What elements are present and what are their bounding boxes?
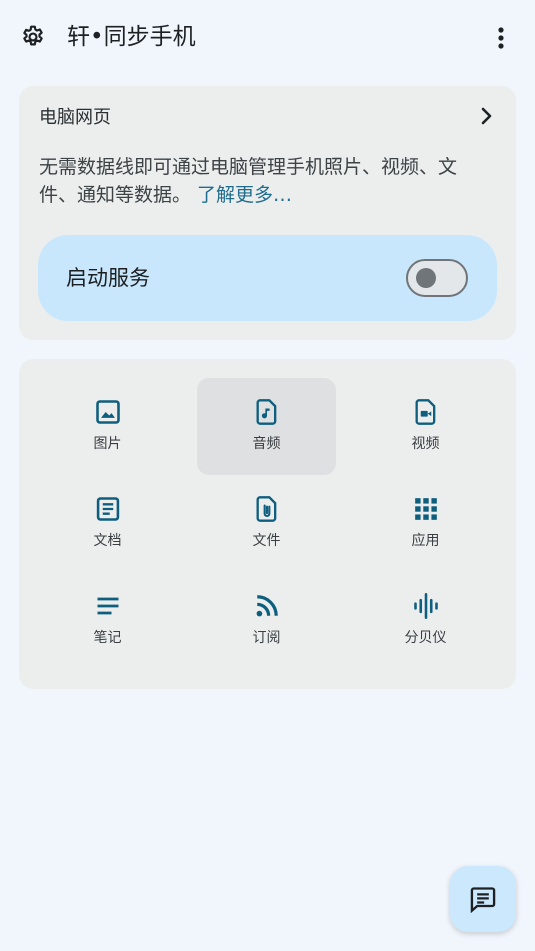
attachment-file-icon bbox=[252, 494, 282, 524]
app-title: 轩•同步手机 bbox=[67, 24, 196, 50]
grid-item-images[interactable]: 图片 bbox=[38, 378, 177, 475]
overflow-menu-button[interactable] bbox=[487, 23, 515, 53]
image-icon bbox=[93, 397, 123, 427]
audio-file-icon bbox=[252, 397, 282, 427]
feedback-fab[interactable] bbox=[450, 866, 516, 932]
grid-item-files[interactable]: 文件 bbox=[197, 475, 336, 572]
grid-label: 音频 bbox=[252, 436, 281, 452]
grid-item-documents[interactable]: 文档 bbox=[38, 475, 177, 572]
grid-item-subscriptions[interactable]: 订阅 bbox=[197, 572, 336, 669]
chevron-right-icon bbox=[475, 104, 499, 128]
web-access-header[interactable]: 电脑网页 bbox=[39, 102, 499, 130]
chat-icon bbox=[470, 887, 496, 913]
start-service-label: 启动服务 bbox=[66, 266, 150, 290]
grid-item-video[interactable]: 视频 bbox=[356, 378, 495, 475]
notes-icon bbox=[93, 591, 123, 621]
toggle-knob bbox=[416, 268, 436, 288]
settings-button[interactable] bbox=[18, 22, 48, 52]
grid-label: 视频 bbox=[411, 436, 440, 452]
grid-label: 订阅 bbox=[252, 630, 281, 646]
learn-more-link[interactable]: 了解更多… bbox=[197, 184, 292, 206]
video-file-icon bbox=[411, 397, 441, 427]
top-app-bar: 轩•同步手机 bbox=[0, 0, 535, 76]
grid-label: 文件 bbox=[252, 533, 281, 549]
sound-meter-icon bbox=[411, 591, 441, 621]
card-description: 无需数据线即可通过电脑管理手机照片、视频、文件、通知等数据。 了解更多… bbox=[39, 153, 489, 209]
more-vert-icon bbox=[498, 27, 504, 49]
start-service-row[interactable]: 启动服务 bbox=[38, 235, 497, 321]
category-grid: 图片 音频 视频 文档 文件 应用 笔记 订阅 分贝仪 bbox=[19, 359, 516, 689]
grid-item-sound-meter[interactable]: 分贝仪 bbox=[356, 572, 495, 669]
grid-label: 文档 bbox=[93, 533, 122, 549]
grid-label: 笔记 bbox=[93, 630, 122, 646]
document-icon bbox=[93, 494, 123, 524]
grid-item-audio[interactable]: 音频 bbox=[197, 378, 336, 475]
start-service-toggle[interactable] bbox=[406, 259, 468, 297]
grid-item-apps[interactable]: 应用 bbox=[356, 475, 495, 572]
web-access-card: 电脑网页 无需数据线即可通过电脑管理手机照片、视频、文件、通知等数据。 了解更多…… bbox=[19, 86, 516, 340]
rss-icon bbox=[252, 591, 282, 621]
grid-item-notes[interactable]: 笔记 bbox=[38, 572, 177, 669]
grid-label: 图片 bbox=[93, 436, 122, 452]
gear-icon bbox=[23, 25, 43, 46]
grid-label: 分贝仪 bbox=[404, 630, 447, 646]
apps-grid-icon bbox=[411, 494, 441, 524]
grid-label: 应用 bbox=[411, 533, 440, 549]
card-title: 电脑网页 bbox=[39, 107, 111, 128]
